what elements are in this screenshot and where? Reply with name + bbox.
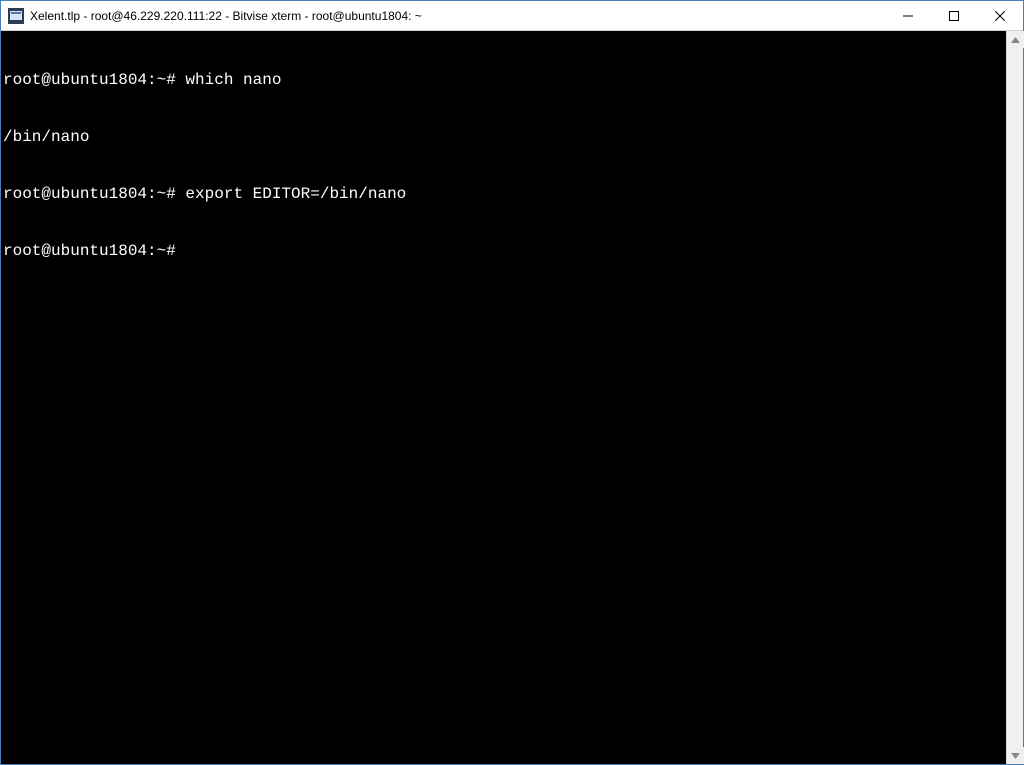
terminal[interactable]: root@ubuntu1804:~# which nano /bin/nano … — [1, 31, 1006, 764]
client-area: root@ubuntu1804:~# which nano /bin/nano … — [1, 31, 1023, 764]
terminal-line: root@ubuntu1804:~# which nano — [3, 71, 1004, 90]
minimize-icon — [903, 11, 913, 21]
close-button[interactable] — [977, 1, 1023, 30]
vertical-scrollbar[interactable] — [1006, 31, 1023, 764]
maximize-icon — [949, 11, 959, 21]
minimize-button[interactable] — [885, 1, 931, 30]
app-window: Xelent.tlp - root@46.229.220.111:22 - Bi… — [0, 0, 1024, 765]
window-title: Xelent.tlp - root@46.229.220.111:22 - Bi… — [30, 9, 885, 23]
titlebar[interactable]: Xelent.tlp - root@46.229.220.111:22 - Bi… — [1, 1, 1023, 31]
scroll-up-arrow-icon[interactable] — [1007, 31, 1024, 48]
close-icon — [995, 11, 1005, 21]
window-controls — [885, 1, 1023, 30]
maximize-button[interactable] — [931, 1, 977, 30]
terminal-line: root@ubuntu1804:~# export EDITOR=/bin/na… — [3, 185, 1004, 204]
scroll-down-arrow-icon[interactable] — [1007, 747, 1024, 764]
terminal-line: root@ubuntu1804:~# — [3, 242, 1004, 261]
terminal-line: /bin/nano — [3, 128, 1004, 147]
app-icon — [8, 8, 24, 24]
